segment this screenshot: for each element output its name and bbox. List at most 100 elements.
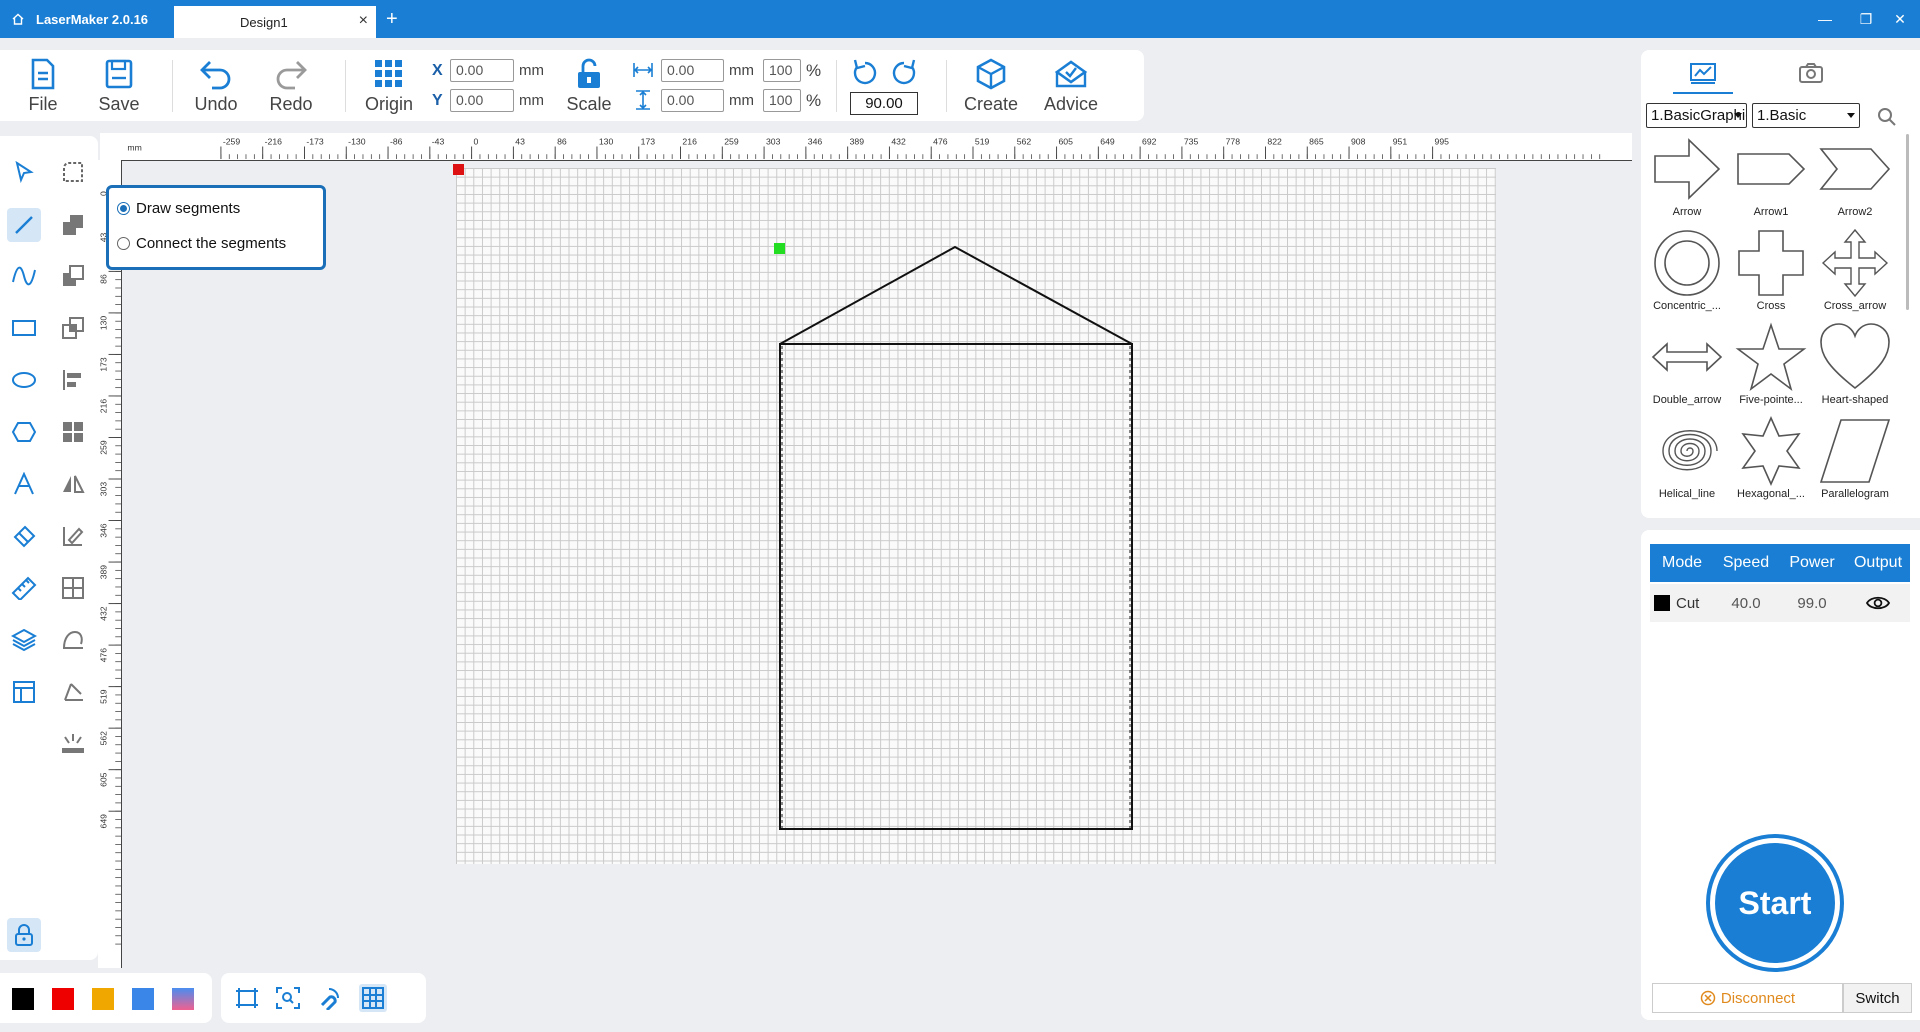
start-button[interactable]: Start <box>1710 838 1840 968</box>
color-swatch-red[interactable] <box>52 988 74 1010</box>
distribute-tool[interactable] <box>56 571 90 605</box>
file-button[interactable]: File <box>13 58 73 115</box>
rounded-corner-tool[interactable] <box>56 155 90 189</box>
measure-tool[interactable] <box>7 571 41 605</box>
connect-segments-radio[interactable] <box>117 237 130 250</box>
draw-segments-option[interactable]: Draw segments <box>117 200 240 217</box>
select-tool[interactable] <box>7 155 41 189</box>
grid-toggle-button[interactable] <box>359 984 387 1012</box>
subcategory-select[interactable]: 1.Basic <box>1752 103 1860 128</box>
shape-five-pointed-star[interactable]: Five-pointe... <box>1729 322 1813 416</box>
snap-button[interactable] <box>315 984 343 1012</box>
search-icon[interactable] <box>1877 107 1897 132</box>
shape-heart[interactable]: Heart-shaped <box>1813 322 1897 416</box>
color-swatch-orange[interactable] <box>92 988 114 1010</box>
union-tool[interactable] <box>56 208 90 242</box>
advice-button[interactable]: Advice <box>1040 58 1102 115</box>
eraser-tool[interactable] <box>7 519 41 553</box>
layout-tool[interactable] <box>7 675 41 709</box>
minimize-button[interactable]: — <box>1805 0 1845 38</box>
subtract-icon <box>63 265 84 286</box>
switch-button[interactable]: Switch <box>1843 983 1912 1013</box>
width-percent-sign: % <box>806 61 822 80</box>
height-percent-field[interactable]: 100 <box>763 89 801 112</box>
create-button[interactable]: Create <box>960 58 1022 115</box>
color-swatch-black[interactable] <box>12 988 34 1010</box>
advice-icon <box>1054 60 1088 88</box>
color-palette-bar <box>0 973 212 1023</box>
width-field[interactable]: 0.00 <box>661 59 724 82</box>
rectangle-tool[interactable] <box>7 311 41 345</box>
home-icon[interactable] <box>0 0 36 38</box>
line-tool[interactable] <box>7 208 41 242</box>
ruler-tick-label: 778 <box>1226 137 1241 147</box>
design-canvas[interactable] <box>123 162 1632 968</box>
drawing-layer[interactable] <box>123 162 1632 968</box>
ruler-tick-label: 562 <box>1017 137 1032 147</box>
intersect-tool[interactable] <box>56 311 90 345</box>
disconnect-button[interactable]: Disconnect <box>1652 983 1843 1013</box>
layer-row[interactable]: Cut 40.0 99.0 <box>1650 584 1910 622</box>
layers-tool[interactable] <box>7 623 41 657</box>
color-swatch-pink[interactable] <box>172 988 194 1010</box>
shape-arrow1[interactable]: Arrow1 <box>1729 134 1813 228</box>
roof-segment[interactable] <box>779 245 1133 345</box>
shape-cross-arrow[interactable]: Cross_arrow <box>1813 228 1897 322</box>
layer-power[interactable]: 99.0 <box>1778 595 1846 612</box>
stamp-tool[interactable] <box>56 623 90 657</box>
shape-arrow2[interactable]: Arrow2 <box>1813 134 1897 228</box>
height-field[interactable]: 0.00 <box>661 89 724 112</box>
edit-node-tool[interactable] <box>56 519 90 553</box>
layer-speed[interactable]: 40.0 <box>1714 595 1778 612</box>
shape-double-arrow[interactable]: Double_arrow <box>1645 322 1729 416</box>
shape-cross[interactable]: Cross <box>1729 228 1813 322</box>
rotate-right-icon[interactable] <box>890 57 918 92</box>
connect-segments-option[interactable]: Connect the segments <box>117 235 286 252</box>
x-position-field[interactable]: 0.00 <box>450 59 514 82</box>
ellipse-tool[interactable] <box>7 363 41 397</box>
shapes-scrollbar[interactable] <box>1906 134 1909 310</box>
polygon-tool[interactable] <box>7 415 41 449</box>
rotation-angle-field[interactable]: 90.00 <box>850 92 918 115</box>
arrow2-shape-icon <box>1819 148 1891 190</box>
save-button[interactable]: Save <box>89 58 149 115</box>
shape-arrow[interactable]: Arrow <box>1645 134 1729 228</box>
add-tab-button[interactable]: + <box>386 8 398 31</box>
curve-tool[interactable] <box>7 259 41 293</box>
offset-tool[interactable] <box>56 675 90 709</box>
shape-parallelogram[interactable]: Parallelogram <box>1813 416 1897 510</box>
shape-helical-line[interactable]: Helical_line <box>1645 416 1729 510</box>
draw-segments-radio[interactable] <box>117 202 130 215</box>
wall-rectangle[interactable] <box>779 343 1133 830</box>
category-select[interactable]: 1.BasicGraphics <box>1646 103 1747 128</box>
tab-graphics[interactable] <box>1683 58 1723 88</box>
close-tab-icon[interactable]: × <box>359 12 368 30</box>
width-percent-field[interactable]: 100 <box>763 59 801 82</box>
ruler-unit-label: mm <box>127 142 141 152</box>
mirror-tool[interactable] <box>56 467 90 501</box>
redo-button[interactable]: Redo <box>261 58 321 115</box>
layer-mode-cell[interactable]: Cut <box>1650 595 1714 612</box>
rotate-left-icon[interactable] <box>851 57 879 92</box>
draw-segments-label: Draw segments <box>136 200 241 217</box>
align-tool[interactable] <box>56 363 90 397</box>
lock-tool[interactable] <box>7 918 41 952</box>
array-tool[interactable] <box>56 415 90 449</box>
text-icon <box>14 472 34 495</box>
origin-button[interactable]: Origin <box>359 58 419 115</box>
tab-camera[interactable] <box>1791 58 1831 88</box>
color-swatch-blue[interactable] <box>132 988 154 1010</box>
shape-concentric[interactable]: Concentric_... <box>1645 228 1729 322</box>
close-window-button[interactable]: ✕ <box>1880 0 1920 38</box>
fit-canvas-button[interactable] <box>233 984 261 1012</box>
eye-icon[interactable] <box>1846 595 1910 611</box>
zoom-selection-button[interactable] <box>274 984 302 1012</box>
tab-design1[interactable]: Design1 × <box>174 6 376 38</box>
y-position-field[interactable]: 0.00 <box>450 89 514 112</box>
text-tool[interactable] <box>7 467 41 501</box>
shape-hexagonal-star[interactable]: Hexagonal_... <box>1729 416 1813 510</box>
subtract-tool[interactable] <box>56 259 90 293</box>
laser-tool[interactable] <box>56 727 90 761</box>
undo-button[interactable]: Undo <box>186 58 246 115</box>
scale-lock-button[interactable]: Scale <box>559 58 619 115</box>
